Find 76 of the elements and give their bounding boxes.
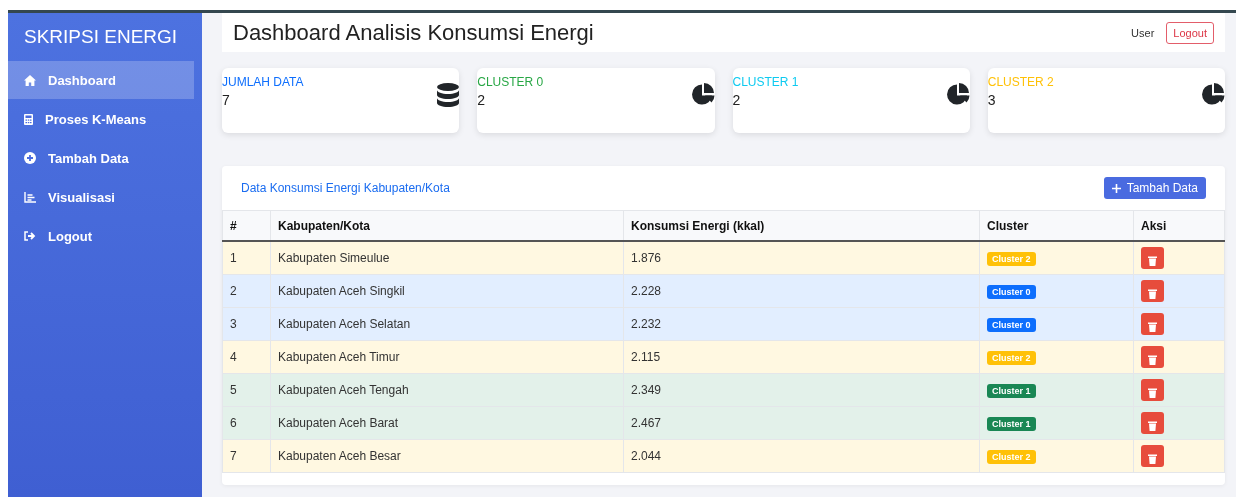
delete-button[interactable] bbox=[1141, 247, 1164, 269]
trash-icon bbox=[1148, 322, 1157, 332]
plus-icon bbox=[1111, 183, 1121, 193]
delete-button[interactable] bbox=[1141, 379, 1164, 401]
table-cell: Kabupaten Aceh Barat bbox=[270, 406, 624, 440]
table-cell: 2.232 bbox=[623, 307, 980, 341]
trash-icon bbox=[1148, 421, 1157, 431]
sidebar-item[interactable]: Dashboard bbox=[8, 61, 194, 99]
column-header: Konsumsi Energi (kkal) bbox=[623, 210, 980, 241]
table-cell: 2.044 bbox=[623, 439, 980, 473]
table-cell: Kabupaten Aceh Selatan bbox=[270, 307, 624, 341]
stat-label: CLUSTER 0 bbox=[477, 75, 544, 89]
table-cell: 5 bbox=[222, 373, 271, 407]
add-data-button[interactable]: Tambah Data bbox=[1103, 177, 1206, 199]
logout-button[interactable]: Logout bbox=[1166, 21, 1214, 44]
trash-icon bbox=[1148, 289, 1157, 299]
logout-icon bbox=[24, 231, 36, 241]
delete-button[interactable] bbox=[1141, 280, 1164, 302]
trash-icon bbox=[1148, 256, 1157, 266]
table-cell: 2.115 bbox=[623, 340, 980, 374]
stat-value: 3 bbox=[987, 92, 997, 108]
pie-chart-icon bbox=[1202, 83, 1225, 106]
page-title: Dashboard Analisis Konsumsi Energi bbox=[233, 19, 594, 46]
table-cell: Kabupaten Aceh Tengah bbox=[270, 373, 624, 407]
stat-value: 2 bbox=[477, 92, 487, 108]
stat-label: JUMLAH DATA bbox=[222, 75, 304, 89]
table-cell: 1 bbox=[222, 241, 271, 275]
column-header: Cluster bbox=[979, 210, 1134, 241]
chart-icon bbox=[24, 191, 36, 203]
delete-button[interactable] bbox=[1141, 412, 1164, 434]
table-cell: Kabupaten Aceh Singkil bbox=[270, 274, 624, 308]
trash-icon bbox=[1148, 454, 1157, 464]
cluster-badge: Cluster 0 bbox=[987, 317, 1036, 332]
table-cell: Kabupaten Aceh Besar bbox=[270, 439, 624, 473]
table-cell: 4 bbox=[222, 340, 271, 374]
table-cell: 2 bbox=[222, 274, 271, 308]
cluster-badge: Cluster 2 bbox=[987, 350, 1036, 365]
sidebar-item[interactable]: Proses K-Means bbox=[8, 100, 194, 138]
plus-circle-icon bbox=[24, 152, 36, 164]
table-cell: 2.349 bbox=[623, 373, 980, 407]
cluster-badge: Cluster 1 bbox=[987, 416, 1036, 431]
home-icon bbox=[24, 74, 36, 86]
stat-label: CLUSTER 2 bbox=[987, 75, 1054, 89]
table-cell: 6 bbox=[222, 406, 271, 440]
sidebar-item[interactable]: Tambah Data bbox=[8, 139, 194, 177]
delete-button[interactable] bbox=[1141, 313, 1164, 335]
stat-label: CLUSTER 1 bbox=[732, 75, 799, 89]
sidebar-item[interactable]: Logout bbox=[8, 217, 194, 255]
table-cell: 2.228 bbox=[623, 274, 980, 308]
sidebar-brand: SKRIPSI ENERGI bbox=[23, 25, 179, 49]
cluster-badge: Cluster 2 bbox=[987, 449, 1036, 464]
calculator-icon bbox=[24, 113, 33, 125]
column-header: # bbox=[222, 210, 271, 241]
cluster-badge: Cluster 1 bbox=[987, 383, 1036, 398]
table-cell: 7 bbox=[222, 439, 271, 473]
table-cell: Kabupaten Simeulue bbox=[270, 241, 624, 275]
table-cell: Kabupaten Aceh Timur bbox=[270, 340, 624, 374]
pie-chart-icon bbox=[691, 83, 715, 106]
table-cell: 3 bbox=[222, 307, 271, 341]
trash-icon bbox=[1148, 355, 1157, 365]
sidebar-item[interactable]: Visualisasi bbox=[8, 178, 194, 216]
table-cell: 1.876 bbox=[623, 241, 980, 275]
column-header: Kabupaten/Kota bbox=[270, 210, 624, 241]
cluster-badge: Cluster 2 bbox=[987, 251, 1036, 266]
cluster-badge: Cluster 0 bbox=[987, 284, 1036, 299]
delete-button[interactable] bbox=[1141, 445, 1164, 467]
trash-icon bbox=[1148, 388, 1157, 398]
stat-value: 2 bbox=[732, 92, 742, 108]
table-cell: 2.467 bbox=[623, 406, 980, 440]
column-header: Aksi bbox=[1133, 210, 1225, 241]
delete-button[interactable] bbox=[1141, 346, 1164, 368]
stat-value: 7 bbox=[222, 92, 231, 108]
table-title: Data Konsumsi Energi Kabupaten/Kota bbox=[241, 181, 450, 195]
pie-chart-icon bbox=[946, 83, 970, 106]
database-icon bbox=[437, 83, 460, 107]
user-name: User bbox=[1131, 26, 1155, 39]
